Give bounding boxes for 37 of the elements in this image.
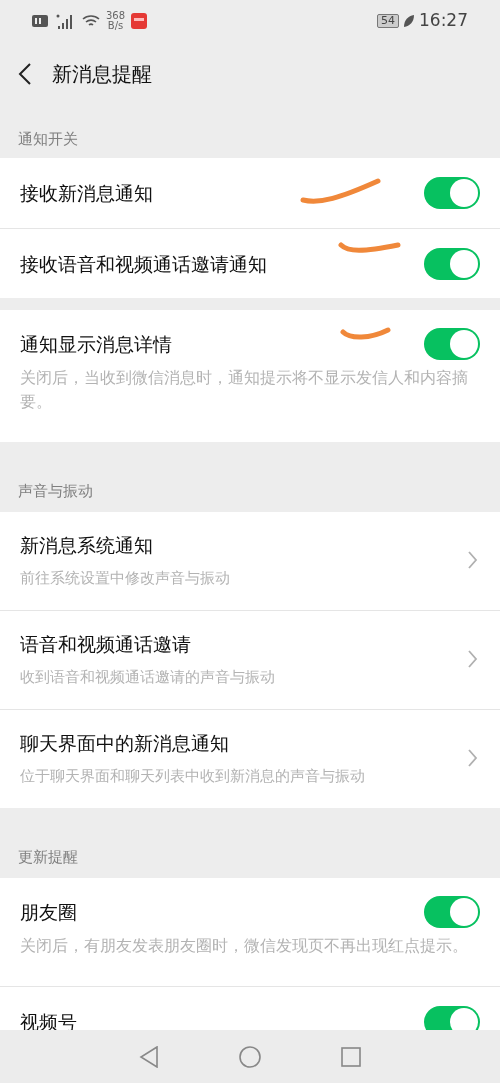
setting-title: 接收新消息通知: [20, 181, 153, 206]
setting-title: 接收语音和视频通话邀请通知: [20, 251, 267, 277]
toggle-switch[interactable]: [424, 177, 480, 209]
back-icon[interactable]: [18, 62, 32, 85]
app-icon: [131, 13, 148, 29]
page-title: 新消息提醒: [52, 60, 152, 88]
section-label: 声音与振动: [18, 480, 93, 502]
leaf-icon: [403, 14, 415, 28]
toggle-switch[interactable]: [424, 328, 480, 360]
recent-apps-icon[interactable]: [341, 1046, 361, 1067]
toggle-switch[interactable]: [424, 1005, 480, 1030]
back-nav-icon[interactable]: [139, 1045, 159, 1068]
section-label: 通知开关: [18, 128, 78, 150]
wifi-icon: [82, 14, 100, 28]
network-speed-value: 368: [106, 11, 126, 21]
home-nav-icon[interactable]: [239, 1045, 261, 1068]
setting-description: 位于聊天界面和聊天列表中收到新消息的声音与振动: [20, 766, 365, 787]
network-speed-unit: B/s: [107, 21, 124, 31]
setting-description: 关闭后，有朋友发表朋友圈时，微信发现页不再出现红点提示。: [20, 935, 469, 957]
setting-title: 通知显示消息详情: [20, 332, 172, 357]
setting-title[interactable]: 新消息系统通知: [20, 530, 153, 560]
chevron-icon: [468, 749, 478, 767]
chevron-icon: [468, 551, 478, 569]
battery-indicator: 54: [377, 14, 399, 28]
scribble-mark: [340, 325, 392, 343]
hd-icon: [32, 15, 48, 27]
setting-title[interactable]: 语音和视频通话邀请: [20, 629, 191, 659]
chevron-icon: [468, 650, 478, 668]
setting-description: 收到语音和视频通话邀请的声音与振动: [20, 667, 275, 688]
setting-description: 前往系统设置中修改声音与振动: [20, 568, 230, 589]
setting-title: 朋友圈: [20, 900, 77, 925]
toggle-switch[interactable]: [424, 896, 480, 928]
section-label: 更新提醒: [18, 846, 78, 868]
toggle-switch[interactable]: [424, 247, 480, 280]
clock-time: 16:27: [419, 9, 468, 33]
setting-title[interactable]: 聊天界面中的新消息通知: [20, 728, 229, 758]
setting-description: 关闭后，当收到微信消息时，通知提示将不显示发信人和内容摘要。: [20, 367, 469, 413]
